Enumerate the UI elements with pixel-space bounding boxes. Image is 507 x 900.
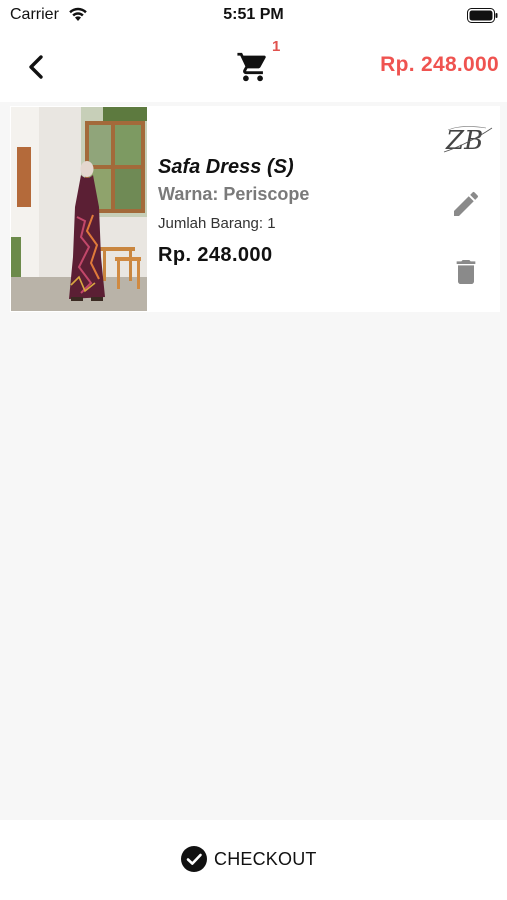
status-bar: Carrier 5:51 PM: [0, 0, 507, 32]
cart-count-badge: 1: [272, 38, 281, 55]
svg-text:ZB: ZB: [445, 126, 483, 156]
product-color: Warna: Periscope: [158, 184, 310, 204]
checkout-label: CHECKOUT: [214, 848, 317, 869]
checkout-button[interactable]: CHECKOUT: [180, 842, 330, 876]
cart-total-price: Rp. 248.000: [380, 53, 499, 76]
trash-icon[interactable]: [450, 256, 482, 288]
check-circle-icon: [181, 846, 207, 872]
battery-icon: [467, 8, 498, 23]
clock-time: 5:51 PM: [223, 6, 284, 23]
cart-item-card: Safa Dress (S) Warna: Periscope Jumlah B…: [10, 106, 500, 312]
product-image: [11, 107, 147, 311]
edit-pencil-icon[interactable]: [450, 188, 482, 220]
nav-bar: 1 Rp. 248.000: [0, 32, 507, 102]
back-arrow-icon[interactable]: [20, 50, 54, 84]
product-name: Safa Dress (S): [158, 156, 294, 178]
product-price: Rp. 248.000: [158, 244, 273, 266]
cart-icon[interactable]: [236, 50, 270, 84]
checkout-bar: CHECKOUT: [0, 820, 507, 900]
product-quantity: Jumlah Barang: 1: [158, 215, 276, 232]
brand-logo: ZB: [443, 126, 493, 156]
